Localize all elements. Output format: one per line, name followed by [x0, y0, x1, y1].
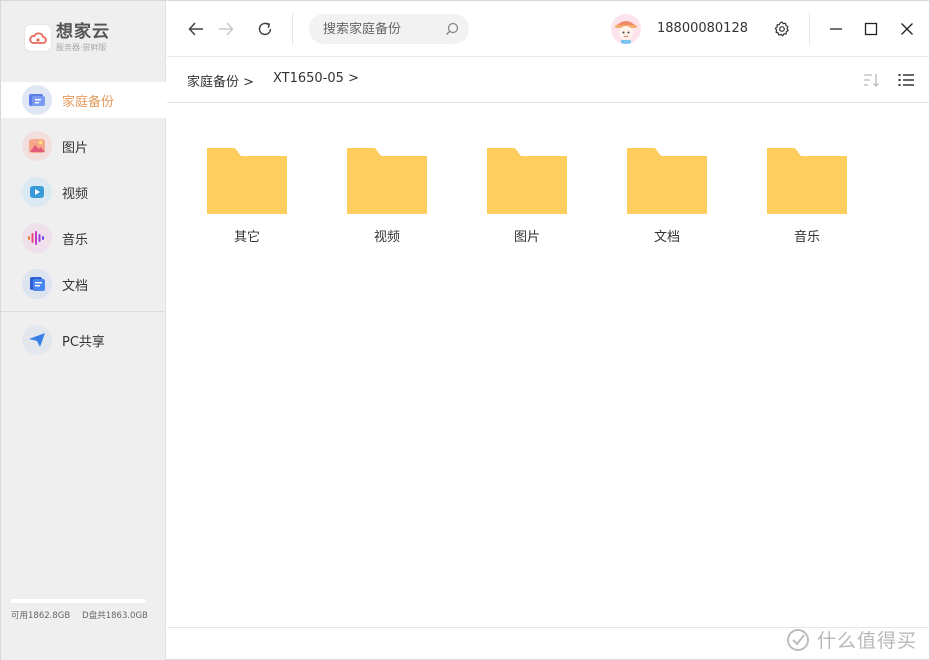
app-subtitle: 服务器·尝鲜版 — [56, 43, 107, 52]
list-view-icon — [898, 74, 914, 86]
video-icon — [22, 177, 52, 207]
sidebar-item-label: PC共享 — [62, 334, 105, 350]
app-title: 想家云 — [56, 22, 110, 42]
breadcrumb-item-family-backup[interactable]: 家庭备份 > — [187, 71, 254, 90]
sidebar-item-pc-share[interactable]: PC共享 — [1, 322, 166, 358]
folder-icon — [347, 148, 427, 214]
music-icon — [22, 223, 52, 253]
folder-icon — [207, 148, 287, 214]
storage-bar — [11, 599, 146, 603]
arrow-left-icon — [188, 22, 203, 36]
sidebar: 想家云 服务器·尝鲜版 家庭备份 图片 视频 音乐 文档 PC共享 可用1862… — [1, 1, 166, 660]
storage-indicator: 可用1862.8GB D盘共1863.0GB — [11, 599, 151, 621]
folder-item-documents[interactable]: 文档 — [627, 148, 707, 245]
search-box — [309, 14, 469, 44]
forward-button[interactable] — [214, 17, 238, 41]
sidebar-item-label: 音乐 — [62, 232, 89, 248]
folder-item-pictures[interactable]: 图片 — [487, 148, 567, 245]
folder-icon — [767, 148, 847, 214]
cloud-logo-icon — [25, 25, 51, 51]
breadcrumb: 家庭备份 > XT1650-05 > — [167, 58, 929, 103]
arrow-right-icon — [219, 22, 234, 36]
app-window: 想家云 服务器·尝鲜版 家庭备份 图片 视频 音乐 文档 PC共享 可用1862… — [0, 0, 930, 660]
folder-name: 图片 — [513, 230, 540, 245]
family-backup-icon — [22, 85, 52, 115]
folder-icon — [627, 148, 707, 214]
document-icon — [22, 269, 52, 299]
breadcrumb-item-device[interactable]: XT1650-05 > — [273, 71, 359, 86]
file-area: 其它 视频 图片 文档 音乐 — [167, 104, 929, 627]
user-avatar-icon — [611, 14, 641, 44]
folder-icon — [487, 148, 567, 214]
sidebar-item-videos[interactable]: 视频 — [1, 174, 166, 210]
sidebar-item-label: 文档 — [62, 278, 89, 294]
back-button[interactable] — [184, 17, 208, 41]
sidebar-divider — [1, 311, 166, 312]
paper-plane-icon — [22, 325, 52, 355]
refresh-icon — [258, 22, 272, 36]
folder-name: 其它 — [233, 230, 260, 245]
sort-button[interactable] — [861, 70, 881, 90]
maximize-button[interactable] — [859, 17, 883, 41]
sidebar-item-family-backup[interactable]: 家庭备份 — [1, 82, 166, 118]
avatar[interactable] — [611, 14, 641, 44]
folder-name: 文档 — [653, 230, 680, 245]
folder-item-videos[interactable]: 视频 — [347, 148, 427, 245]
maximize-icon — [864, 22, 878, 36]
storage-total: D盘共1863.0GB — [82, 611, 148, 621]
status-bar: 什么值得买 — [167, 627, 929, 659]
sidebar-item-music[interactable]: 音乐 — [1, 220, 166, 256]
sidebar-nav: 家庭备份 图片 视频 音乐 文档 PC共享 — [1, 82, 166, 368]
picture-icon — [22, 131, 52, 161]
search-icon[interactable] — [445, 22, 459, 36]
refresh-button[interactable] — [253, 17, 277, 41]
sidebar-item-label: 家庭备份 — [62, 94, 115, 110]
sidebar-item-label: 图片 — [62, 140, 89, 156]
top-toolbar: 18800080128 — [167, 1, 929, 57]
search-input[interactable] — [323, 21, 448, 37]
gear-icon — [774, 21, 789, 37]
folder-grid: 其它 视频 图片 文档 音乐 — [207, 148, 907, 245]
user-phone[interactable]: 18800080128 — [657, 21, 748, 36]
toolbar-divider — [292, 13, 293, 45]
storage-available: 可用1862.8GB — [11, 611, 71, 621]
folder-name: 音乐 — [793, 230, 820, 245]
close-icon — [901, 23, 913, 35]
settings-button[interactable] — [770, 17, 794, 41]
watermark: 什么值得买 — [785, 626, 917, 653]
folder-item-other[interactable]: 其它 — [207, 148, 287, 245]
sort-icon — [864, 74, 879, 87]
minimize-button[interactable] — [824, 17, 848, 41]
toolbar-divider — [809, 13, 810, 45]
sidebar-item-label: 视频 — [62, 186, 89, 202]
folder-item-music[interactable]: 音乐 — [767, 148, 847, 245]
close-button[interactable] — [895, 17, 919, 41]
sidebar-item-pictures[interactable]: 图片 — [1, 128, 166, 164]
folder-name: 视频 — [373, 230, 400, 245]
watermark-logo-icon — [786, 628, 809, 651]
app-logo: 想家云 服务器·尝鲜版 — [25, 22, 110, 54]
sidebar-item-documents[interactable]: 文档 — [1, 266, 166, 302]
minimize-icon — [830, 28, 842, 30]
watermark-text: 什么值得买 — [816, 630, 917, 652]
list-view-button[interactable] — [896, 70, 916, 90]
